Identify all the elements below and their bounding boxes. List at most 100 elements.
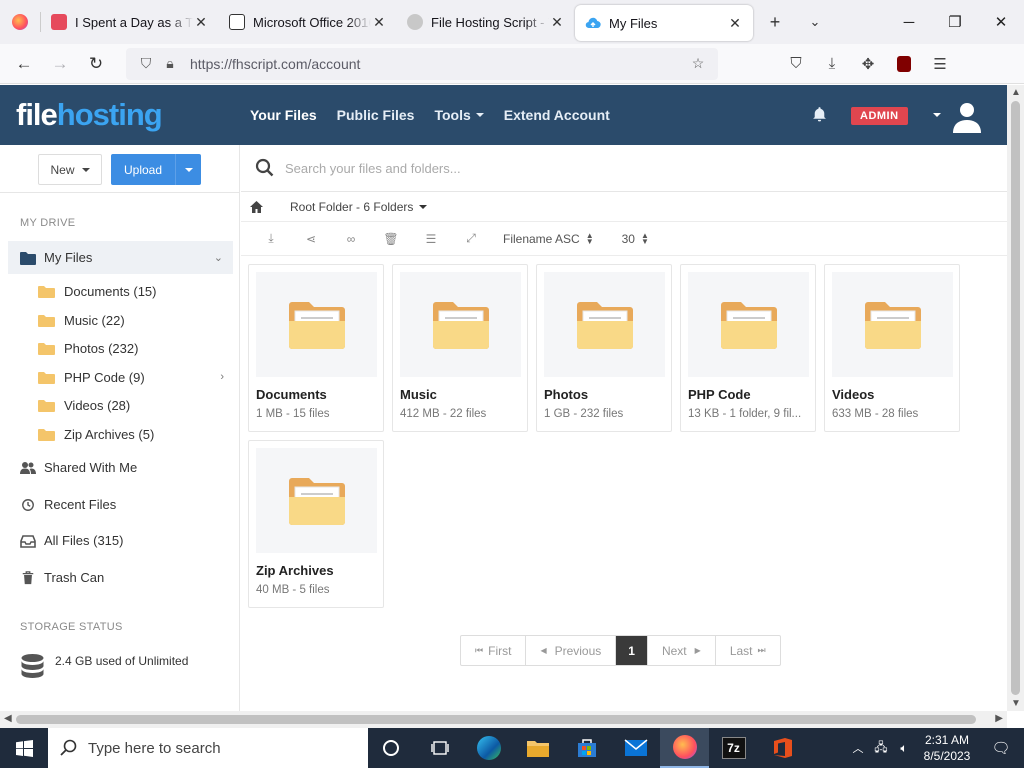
task-view-icon[interactable] (415, 728, 464, 768)
browser-tab-3[interactable]: File Hosting Script - Ye ✕ (397, 0, 575, 44)
admin-badge[interactable]: ADMIN (851, 107, 908, 125)
lock-icon[interactable]: 🔒︎ (158, 55, 182, 72)
sidebar-item-recent[interactable]: Recent Files (8, 488, 233, 521)
sidebar-folder-php-code[interactable]: PHP Code (9) › (38, 364, 228, 390)
minimize-icon[interactable]: ─ (886, 0, 932, 44)
nav-extend-account[interactable]: Extend Account (504, 107, 610, 123)
taskbar-clock[interactable]: 2:31 AM 8/5/2023 (916, 732, 978, 764)
sort-select[interactable]: Filename ASC ▲ ▼ (503, 231, 594, 246)
windows-start-icon[interactable] (0, 728, 48, 768)
close-tab-icon[interactable]: ✕ (549, 14, 565, 31)
nav-public-files[interactable]: Public Files (337, 107, 415, 123)
sidebar-folder-photos[interactable]: Photos (232) (38, 335, 228, 361)
edge-icon[interactable] (464, 728, 513, 768)
per-page-select[interactable]: 30 ▲ ▼ (622, 231, 649, 246)
volume-icon[interactable]: 🔈︎ (892, 741, 916, 756)
scroll-right-icon[interactable]: ▶ (995, 713, 1003, 724)
network-icon[interactable]: 🖧︎ (870, 738, 892, 759)
pager-last[interactable]: Last ⏭ (716, 636, 780, 665)
close-window-icon[interactable]: ✕ (978, 0, 1024, 44)
nav-tools[interactable]: Tools (434, 107, 484, 123)
sidebar-folder-music[interactable]: Music (22) (38, 307, 228, 333)
fullscreen-icon[interactable]: ⤢ (451, 222, 491, 256)
search-bar[interactable]: Search your files and folders... (241, 145, 1007, 192)
close-tab-icon[interactable]: ✕ (371, 14, 387, 31)
download-icon[interactable]: ⤓ (251, 222, 291, 256)
microsoft-store-icon[interactable] (562, 728, 611, 768)
folder-name[interactable]: Documents (256, 387, 327, 402)
folder-card[interactable]: Documents 1 MB - 15 files (248, 264, 384, 432)
sidebar-item-shared[interactable]: Shared With Me (8, 451, 233, 484)
folder-card[interactable]: Photos 1 GB - 232 files (536, 264, 672, 432)
browser-tab-my-files[interactable]: My Files ✕ (575, 5, 753, 41)
browser-tab-2[interactable]: Microsoft Office 2016 P ✕ (219, 0, 397, 44)
ublock-icon[interactable] (886, 46, 922, 82)
folder-card[interactable]: Zip Archives 40 MB - 5 files (248, 440, 384, 608)
address-bar[interactable]: ⛉ 🔒︎ https://fhscript.com/account ☆ (126, 47, 718, 80)
chevron-up-icon[interactable]: ︿ (846, 740, 870, 756)
shield-icon[interactable]: ⛉ (134, 55, 158, 72)
search-input[interactable]: Search your files and folders... (285, 161, 461, 176)
folder-name[interactable]: PHP Code (688, 387, 751, 402)
taskbar-search-input[interactable]: Type here to search (88, 740, 221, 757)
link-icon[interactable]: ∞ (331, 222, 371, 256)
folder-icon[interactable] (256, 272, 377, 377)
pager-next[interactable]: Next ▶ (648, 636, 716, 665)
folder-name[interactable]: Music (400, 387, 437, 402)
sidebar-folder-zip-archives[interactable]: Zip Archives (5) (38, 421, 228, 447)
sidebar-item-trash[interactable]: Trash Can (8, 561, 233, 594)
folder-icon[interactable] (544, 272, 665, 377)
pocket-save-icon[interactable]: ⛉ (778, 46, 814, 82)
upload-button[interactable]: Upload (111, 154, 201, 185)
horizontal-scroll-thumb[interactable] (16, 715, 976, 724)
folder-icon[interactable] (832, 272, 953, 377)
folder-name[interactable]: Zip Archives (256, 563, 334, 578)
site-logo[interactable]: filehosting (0, 97, 250, 133)
firefox-icon[interactable] (0, 0, 40, 44)
reload-icon[interactable]: ↻ (78, 46, 114, 82)
sidebar-item-all-files[interactable]: All Files (315) (8, 524, 233, 557)
list-view-icon[interactable]: ☰ (411, 222, 451, 256)
new-button[interactable]: New (38, 154, 102, 185)
firefox-taskbar-icon[interactable] (660, 728, 709, 768)
folder-name[interactable]: Photos (544, 387, 588, 402)
scroll-up-icon[interactable]: ▲ (1011, 87, 1021, 98)
browser-tab-1[interactable]: I Spent a Day as a Time ✕ (41, 0, 219, 44)
sidebar-item-my-files[interactable]: My Files ⌄ (8, 241, 233, 274)
pager-previous[interactable]: ◀ Previous (526, 636, 617, 665)
chevron-right-icon[interactable]: › (220, 371, 224, 383)
folder-name[interactable]: Videos (832, 387, 874, 402)
home-icon[interactable] (249, 200, 264, 214)
user-avatar-icon[interactable] (950, 99, 984, 133)
folder-card[interactable]: Videos 633 MB - 28 files (824, 264, 960, 432)
breadcrumb-root[interactable]: Root Folder - 6 Folders (290, 200, 413, 214)
scroll-left-icon[interactable]: ◀ (4, 713, 12, 724)
folder-icon[interactable] (688, 272, 809, 377)
pager-first[interactable]: ⏮ First (461, 636, 527, 665)
folder-icon[interactable] (400, 272, 521, 377)
sidebar-folder-documents[interactable]: Documents (15) (38, 278, 228, 304)
upload-dropdown-toggle[interactable] (175, 154, 201, 185)
pager-current[interactable]: 1 (616, 636, 648, 665)
caret-down-icon[interactable] (419, 204, 428, 209)
vertical-scrollbar[interactable]: ▲ ▼ (1007, 85, 1024, 711)
list-tabs-chevron-icon[interactable]: ⌄ (795, 0, 835, 44)
url-text[interactable]: https://fhscript.com/account (190, 56, 686, 72)
back-icon[interactable]: ← (6, 46, 42, 82)
close-tab-icon[interactable]: ✕ (727, 15, 743, 32)
new-tab-icon[interactable]: + (755, 0, 795, 44)
share-icon[interactable]: ⋖ (291, 222, 331, 256)
folder-card[interactable]: PHP Code 13 KB - 1 folder, 9 fil... (680, 264, 816, 432)
bookmark-star-icon[interactable]: ☆ (686, 55, 710, 72)
chevron-down-icon[interactable]: ⌄ (214, 251, 223, 264)
vertical-scroll-thumb[interactable] (1011, 101, 1020, 695)
close-tab-icon[interactable]: ✕ (193, 14, 209, 31)
horizontal-scrollbar[interactable]: ◀ ▶ (0, 711, 1007, 728)
sidebar-folder-videos[interactable]: Videos (28) (38, 392, 228, 418)
folder-icon[interactable] (256, 448, 377, 553)
mail-icon[interactable] (611, 728, 660, 768)
extensions-icon[interactable]: ✥ (850, 46, 886, 82)
forward-icon[interactable]: → (42, 46, 78, 82)
restore-icon[interactable]: ❐ (932, 0, 978, 44)
downloads-icon[interactable]: ⤓ (814, 46, 850, 82)
